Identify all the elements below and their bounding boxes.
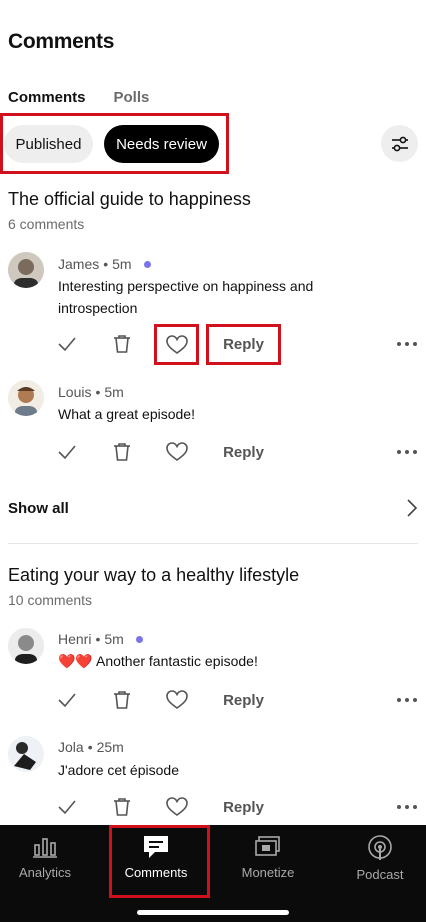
avatar <box>8 380 44 416</box>
monetize-icon <box>255 836 280 856</box>
trash-icon <box>114 443 130 461</box>
divider <box>8 543 418 544</box>
delete-button[interactable] <box>110 332 134 356</box>
more-options-button[interactable] <box>397 342 417 346</box>
heart-icon <box>166 797 188 816</box>
comment-author: Louis <box>58 384 92 400</box>
nav-label: Podcast <box>356 867 404 882</box>
sliders-icon <box>391 136 408 151</box>
trash-icon <box>114 691 130 709</box>
more-options-button[interactable] <box>397 805 417 809</box>
heart-icon <box>165 334 188 354</box>
new-indicator-dot <box>143 260 151 268</box>
needs-review-filter-button[interactable]: Needs review <box>104 125 219 163</box>
bottom-nav: Analytics Comments Monetize Podcast <box>0 825 426 922</box>
show-all-button[interactable]: Show all <box>8 498 418 518</box>
new-indicator-dot <box>135 635 143 643</box>
nav-highlight <box>109 825 210 898</box>
page-title: Comments <box>8 30 115 53</box>
comment-meta: James • 5m <box>58 256 151 272</box>
nav-label: Analytics <box>18 865 72 880</box>
trash-icon <box>114 798 130 816</box>
delete-button[interactable] <box>110 440 134 464</box>
chevron-right-icon <box>407 499 418 517</box>
comment-meta: Jola • 25m <box>58 739 124 755</box>
reply-button[interactable]: Reply <box>216 795 271 819</box>
more-options-button[interactable] <box>397 450 417 454</box>
meta-separator: • <box>95 631 101 647</box>
tab-comments[interactable]: Comments <box>8 89 86 106</box>
meta-separator: • <box>87 739 93 755</box>
avatar <box>8 628 44 664</box>
episode-title: The official guide to happiness <box>8 189 251 209</box>
analytics-icon <box>33 838 57 858</box>
avatar <box>8 736 44 772</box>
reply-button[interactable]: Reply <box>206 324 281 365</box>
reply-label: Reply <box>223 798 264 816</box>
comment-text: ❤️❤️ Another fantastic episode! <box>58 653 258 669</box>
reply-button[interactable]: Reply <box>216 440 271 464</box>
podcast-icon <box>368 835 392 860</box>
meta-separator: • <box>95 384 101 400</box>
comment-text: J'adore cet épisode <box>58 762 179 778</box>
published-filter-button[interactable]: Published <box>4 125 93 163</box>
comment-time: 5m <box>112 256 132 272</box>
nav-analytics[interactable]: Analytics <box>0 835 95 880</box>
show-all-label: Show all <box>8 499 69 517</box>
comment-text: Interesting perspective on happiness and… <box>58 278 314 316</box>
comment-time: 5m <box>104 384 124 400</box>
approve-button[interactable] <box>55 795 79 819</box>
comment-author: Henri <box>58 631 92 647</box>
nav-monetize[interactable]: Monetize <box>218 835 318 880</box>
approve-button[interactable] <box>55 440 79 464</box>
approve-button[interactable] <box>55 688 79 712</box>
reply-button[interactable]: Reply <box>216 688 271 712</box>
comment-meta: Henri • 5m <box>58 631 143 647</box>
trash-icon <box>114 335 130 353</box>
comment-author: James <box>58 256 100 272</box>
more-options-button[interactable] <box>397 698 417 702</box>
comment-time: 5m <box>104 631 124 647</box>
heart-icon <box>166 442 188 461</box>
comment-meta: Louis • 5m <box>58 384 124 400</box>
meta-separator: • <box>103 256 109 272</box>
check-icon <box>58 337 76 352</box>
nav-podcast[interactable]: Podcast <box>330 835 426 882</box>
reply-label: Reply <box>223 443 264 461</box>
like-button[interactable] <box>165 795 189 819</box>
episode-comment-count: 10 comments <box>8 592 93 608</box>
comment-text: What a great episode! <box>58 406 195 422</box>
episode-title: Eating your way to a healthy lifestyle <box>8 565 300 585</box>
tab-bar: Comments Polls <box>8 89 149 106</box>
like-button[interactable] <box>154 324 199 365</box>
check-icon <box>58 693 76 708</box>
delete-button[interactable] <box>110 688 134 712</box>
heart-icon <box>166 690 188 709</box>
tab-polls[interactable]: Polls <box>114 89 150 106</box>
check-icon <box>58 445 76 460</box>
reply-label: Reply <box>223 336 264 353</box>
reply-label: Reply <box>223 691 264 709</box>
filter-settings-button[interactable] <box>381 125 418 162</box>
approve-button[interactable] <box>55 332 79 356</box>
like-button[interactable] <box>165 688 189 712</box>
avatar <box>8 252 44 288</box>
episode-comment-count: 6 comments <box>8 216 85 232</box>
comment-time: 25m <box>96 739 124 755</box>
like-button[interactable] <box>165 440 189 464</box>
home-indicator <box>137 910 289 915</box>
nav-label: Monetize <box>241 865 295 880</box>
check-icon <box>58 800 76 815</box>
delete-button[interactable] <box>110 795 134 819</box>
comment-author: Jola <box>58 739 84 755</box>
